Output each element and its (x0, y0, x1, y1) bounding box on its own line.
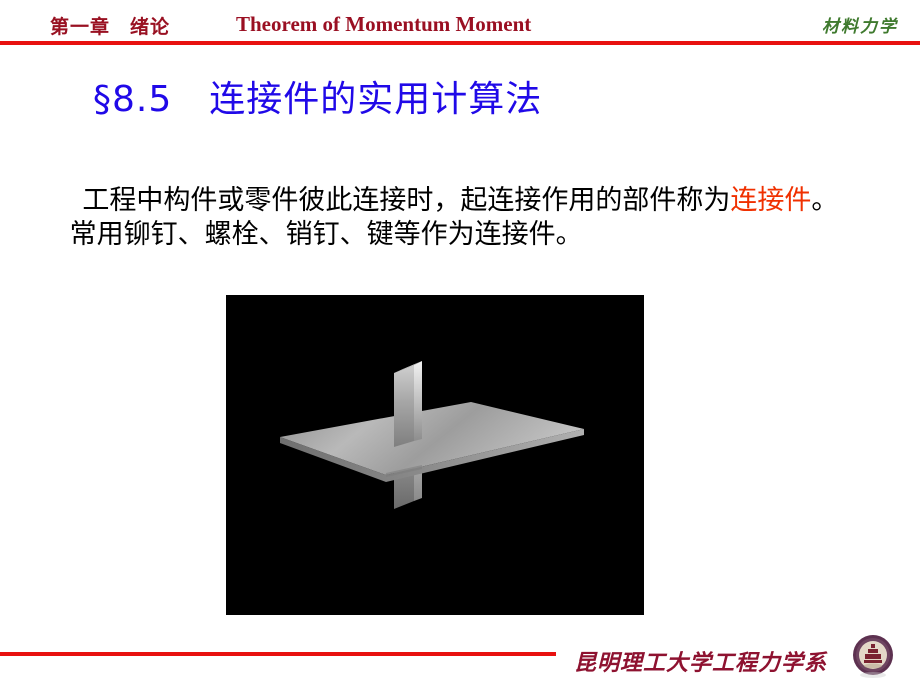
header-chapter-label: 第一章 绪论 (50, 16, 171, 38)
body-text-line-2: 常用铆钉、螺栓、销钉、键等作为连接件。 (61, 219, 583, 250)
page-title: §8.5 连接件的实用计算法 (93, 79, 543, 120)
footer-divider-rule (0, 652, 556, 656)
university-seal-icon (853, 635, 893, 678)
body-line1-suffix: 。 (811, 185, 839, 216)
slide-header: 第一章 绪论 Theorem of Momentum Moment 材料力学 (0, 0, 920, 45)
header-course-name: 材料力学 (822, 17, 898, 37)
university-logo (851, 634, 895, 678)
presentation-slide: 第一章 绪论 Theorem of Momentum Moment 材料力学 §… (0, 0, 920, 690)
figure-3d-plate-connection (226, 295, 644, 615)
header-divider-rule (0, 41, 920, 45)
footer-institution-label: 昆明理工大学工程力学系 (574, 651, 828, 676)
body-line1-highlight-term: 连接件 (730, 185, 812, 216)
plate-connection-illustration (226, 295, 644, 615)
header-english-title: Theorem of Momentum Moment (236, 12, 532, 36)
